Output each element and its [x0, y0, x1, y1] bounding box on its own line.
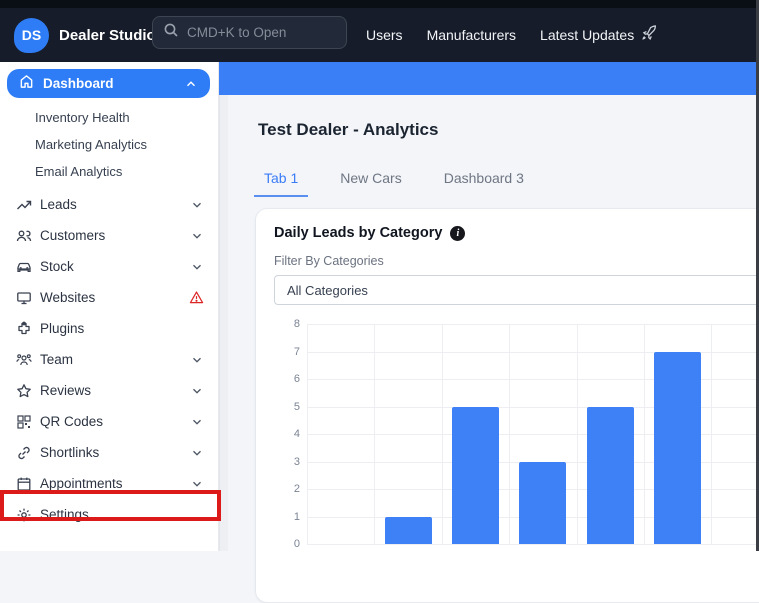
sidebar-item-websites[interactable]: Websites	[0, 282, 218, 313]
sidebar-item-appointments[interactable]: Appointments	[0, 468, 218, 499]
sidebar-item-shortlinks[interactable]: Shortlinks	[0, 437, 218, 468]
sidebar-item-dashboard[interactable]: Dashboard	[7, 69, 210, 98]
bar-value-7[interactable]	[654, 352, 701, 545]
gridline	[577, 324, 578, 544]
gridline	[307, 544, 759, 545]
car-icon	[15, 259, 32, 275]
tab-1[interactable]: Tab 1	[254, 170, 308, 197]
sidebar-item-team[interactable]: Team	[0, 344, 218, 375]
y-axis-tick: 7	[274, 346, 300, 358]
gridline	[644, 324, 645, 544]
tab-new-cars[interactable]: New Cars	[330, 170, 411, 197]
global-search[interactable]	[152, 16, 347, 49]
scrollbar-track[interactable]	[219, 95, 228, 551]
dashboard-submenu: Inventory Health Marketing Analytics Ema…	[0, 104, 218, 185]
sidebar-item-plugins[interactable]: Plugins	[0, 313, 218, 344]
bar-value-5[interactable]	[452, 407, 499, 545]
qr-icon	[15, 414, 32, 430]
sidebar-subitem-marketing-analytics[interactable]: Marketing Analytics	[0, 131, 218, 158]
gridline	[374, 324, 375, 544]
team-icon	[15, 352, 32, 368]
puzzle-icon	[15, 321, 32, 337]
main-content: Test Dealer - Analytics Tab 1 New Cars D…	[228, 95, 759, 551]
y-axis-tick: 4	[274, 428, 300, 440]
sidebar-item-stock[interactable]: Stock	[0, 251, 218, 282]
rocket-icon	[641, 25, 658, 45]
y-axis-tick: 6	[274, 373, 300, 385]
chevron-down-icon	[190, 353, 204, 367]
info-icon[interactable]: i	[450, 226, 465, 241]
daily-leads-card: Daily Leads by Category i Filter By Cate…	[255, 208, 759, 603]
y-axis-tick: 2	[274, 483, 300, 495]
filter-label: Filter By Categories	[274, 254, 759, 268]
sidebar-item-customers[interactable]: Customers	[0, 220, 218, 251]
nav-latest-updates[interactable]: Latest Updates	[540, 25, 658, 45]
sidebar-item-reviews[interactable]: Reviews	[0, 375, 218, 406]
sidebar-subitem-inventory-health[interactable]: Inventory Health	[0, 104, 218, 131]
brand-name: Dealer Studio	[59, 27, 156, 44]
star-icon	[15, 383, 32, 399]
chevron-down-icon	[190, 477, 204, 491]
link-icon	[15, 445, 32, 461]
blue-header-bar	[219, 62, 759, 95]
gridline	[711, 324, 712, 544]
chart-plot-area	[307, 324, 759, 544]
sidebar-item-settings[interactable]: Settings	[0, 499, 218, 530]
sidebar-item-leads[interactable]: Leads	[0, 189, 218, 220]
y-axis-tick: 8	[274, 318, 300, 330]
y-axis-tick: 0	[274, 538, 300, 550]
search-input[interactable]	[187, 25, 327, 40]
brand-logo[interactable]: DS	[14, 18, 49, 53]
sidebar-item-qr-codes[interactable]: QR Codes	[0, 406, 218, 437]
categories-select[interactable]: All Categories	[274, 275, 759, 305]
top-bar: DS Dealer Studio Users Manufacturers Lat…	[0, 0, 759, 62]
bar-value-3[interactable]	[519, 462, 566, 545]
tab-dashboard-3[interactable]: Dashboard 3	[434, 170, 534, 197]
gridline	[442, 324, 443, 544]
chevron-down-icon	[190, 446, 204, 460]
gridline	[509, 324, 510, 544]
sidebar-item-label: Dashboard	[43, 76, 184, 91]
tab-bar: Tab 1 New Cars Dashboard 3	[254, 170, 759, 197]
gear-icon	[15, 507, 32, 523]
chevron-up-icon	[184, 77, 198, 91]
chevron-down-icon	[190, 260, 204, 274]
y-axis-tick: 3	[274, 456, 300, 468]
brand-logo-initials: DS	[22, 27, 41, 43]
y-axis-tick: 5	[274, 401, 300, 413]
chevron-down-icon	[190, 415, 204, 429]
gridline	[307, 324, 308, 544]
daily-leads-bar-chart: 0 1 2 3 4 5 6 7 8	[274, 320, 759, 555]
page-title: Test Dealer - Analytics	[258, 120, 759, 140]
trend-up-icon	[15, 197, 32, 213]
users-icon	[15, 228, 32, 244]
nav-manufacturers[interactable]: Manufacturers	[427, 27, 516, 43]
home-icon	[19, 74, 34, 94]
calendar-icon	[15, 476, 32, 492]
nav-users[interactable]: Users	[366, 27, 403, 43]
bar-value-1[interactable]	[385, 517, 432, 545]
y-axis-tick: 1	[274, 511, 300, 523]
card-title: Daily Leads by Category	[274, 225, 442, 241]
main-pane: Test Dealer - Analytics Tab 1 New Cars D…	[219, 62, 759, 551]
sidebar: Dashboard Inventory Health Marketing Ana…	[0, 62, 219, 551]
search-icon	[163, 22, 179, 43]
top-navigation: Users Manufacturers Latest Updates	[366, 8, 658, 62]
bar-value-5[interactable]	[587, 407, 634, 545]
chevron-down-icon	[190, 384, 204, 398]
chevron-down-icon	[190, 229, 204, 243]
sidebar-subitem-email-analytics[interactable]: Email Analytics	[0, 158, 218, 185]
monitor-icon	[15, 290, 32, 306]
chevron-down-icon	[190, 198, 204, 212]
warning-icon	[189, 290, 204, 305]
